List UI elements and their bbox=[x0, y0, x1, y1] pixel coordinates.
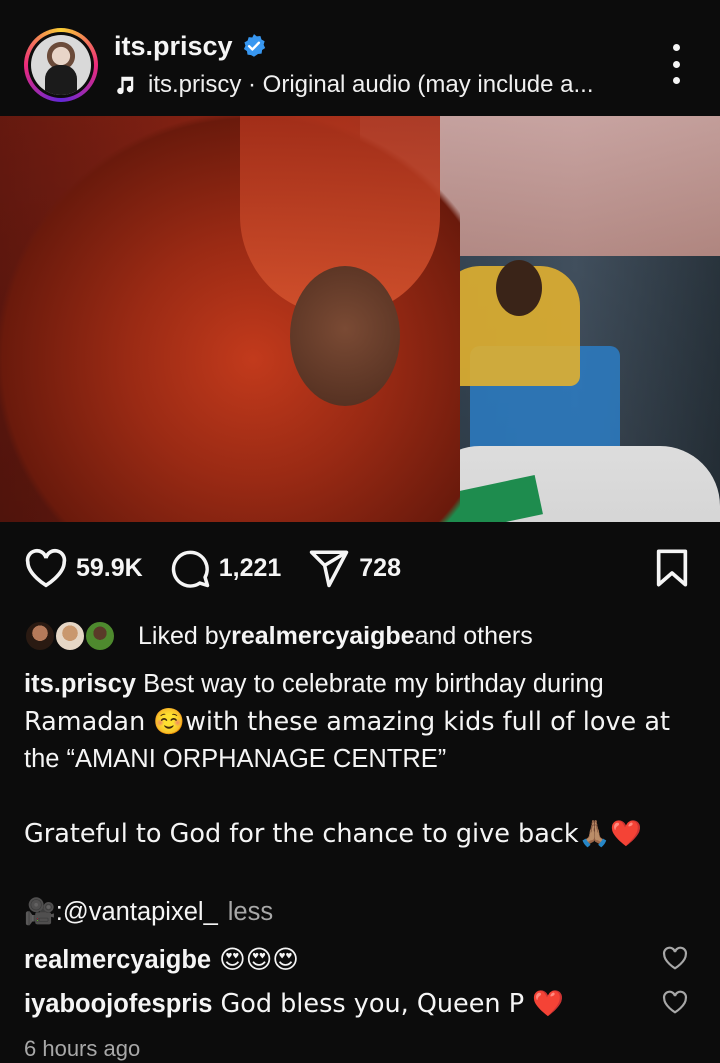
comment-like-heart-icon[interactable] bbox=[662, 990, 688, 1014]
bookmark-icon[interactable] bbox=[654, 548, 690, 588]
credit-handle[interactable]: @vantapixel_ bbox=[63, 894, 218, 932]
caption-username[interactable]: its.priscy bbox=[24, 670, 136, 698]
like-count[interactable]: 59.9K bbox=[76, 554, 143, 583]
caption-credit: 🎥 : @vantapixel_ less bbox=[24, 894, 273, 932]
comment-item[interactable]: iyaboojofespris God bless you, Queen P ❤… bbox=[24, 984, 696, 1024]
comment-text: 😍😍😍 bbox=[219, 945, 299, 975]
comment-text: God bless you, Queen P ❤️ bbox=[220, 989, 564, 1019]
heart-icon[interactable] bbox=[24, 548, 68, 588]
less-button[interactable]: less bbox=[228, 894, 273, 932]
username[interactable]: its.priscy bbox=[114, 31, 233, 62]
credit-separator: : bbox=[55, 898, 63, 926]
caption: its.priscy Best way to celebrate my birt… bbox=[24, 666, 704, 779]
caption-line-2: Ramadan ☺️with these amazing kids full o… bbox=[24, 706, 670, 737]
liked-by-suffix[interactable]: and others bbox=[415, 622, 533, 651]
avatar bbox=[24, 620, 56, 652]
liked-by-avatars bbox=[24, 618, 124, 654]
action-bar: 59.9K 1,221 728 bbox=[24, 540, 696, 596]
share-count[interactable]: 728 bbox=[359, 554, 401, 583]
save-button[interactable] bbox=[654, 548, 690, 593]
more-options-icon[interactable] bbox=[664, 44, 688, 84]
share-send-icon[interactable] bbox=[307, 547, 351, 589]
caption-line-3: the “AMANI ORPHANAGE CENTRE” bbox=[24, 745, 447, 773]
post-timestamp: 6 hours ago bbox=[24, 1036, 141, 1061]
comment-action[interactable]: 1,221 bbox=[169, 547, 282, 589]
username-row: its.priscy bbox=[114, 28, 267, 64]
comment-count[interactable]: 1,221 bbox=[219, 554, 282, 583]
avatar bbox=[84, 620, 116, 652]
share-action[interactable]: 728 bbox=[307, 547, 401, 589]
comment-like-heart-icon[interactable] bbox=[662, 946, 688, 970]
comment-username[interactable]: iyaboojofespris bbox=[24, 990, 212, 1019]
audio-info[interactable]: its.priscy · Original audio (may include… bbox=[114, 68, 594, 102]
caption-paragraph-2: Grateful to God for the chance to give b… bbox=[24, 819, 643, 849]
avatar bbox=[54, 620, 86, 652]
like-action[interactable]: 59.9K bbox=[24, 548, 143, 588]
music-note-icon bbox=[117, 76, 134, 95]
comment-item[interactable]: realmercyaigbe 😍😍😍 bbox=[24, 940, 696, 980]
camera-emoji-icon: 🎥 bbox=[24, 897, 56, 927]
liked-by[interactable]: Liked by realmercyaigbe and others bbox=[24, 616, 533, 656]
audio-label: its.priscy · Original audio (may include… bbox=[148, 71, 594, 98]
liked-by-user[interactable]: realmercyaigbe bbox=[231, 622, 414, 651]
comment-icon[interactable] bbox=[169, 547, 211, 589]
post-video[interactable] bbox=[0, 116, 720, 522]
post-header: its.priscy its.priscy · Original audio (… bbox=[0, 0, 720, 116]
liked-by-prefix: Liked by bbox=[138, 621, 232, 650]
comment-username[interactable]: realmercyaigbe bbox=[24, 946, 211, 975]
verified-badge-icon bbox=[243, 34, 265, 57]
caption-line-1: Best way to celebrate my birthday during bbox=[135, 670, 604, 698]
profile-avatar[interactable] bbox=[24, 28, 98, 102]
